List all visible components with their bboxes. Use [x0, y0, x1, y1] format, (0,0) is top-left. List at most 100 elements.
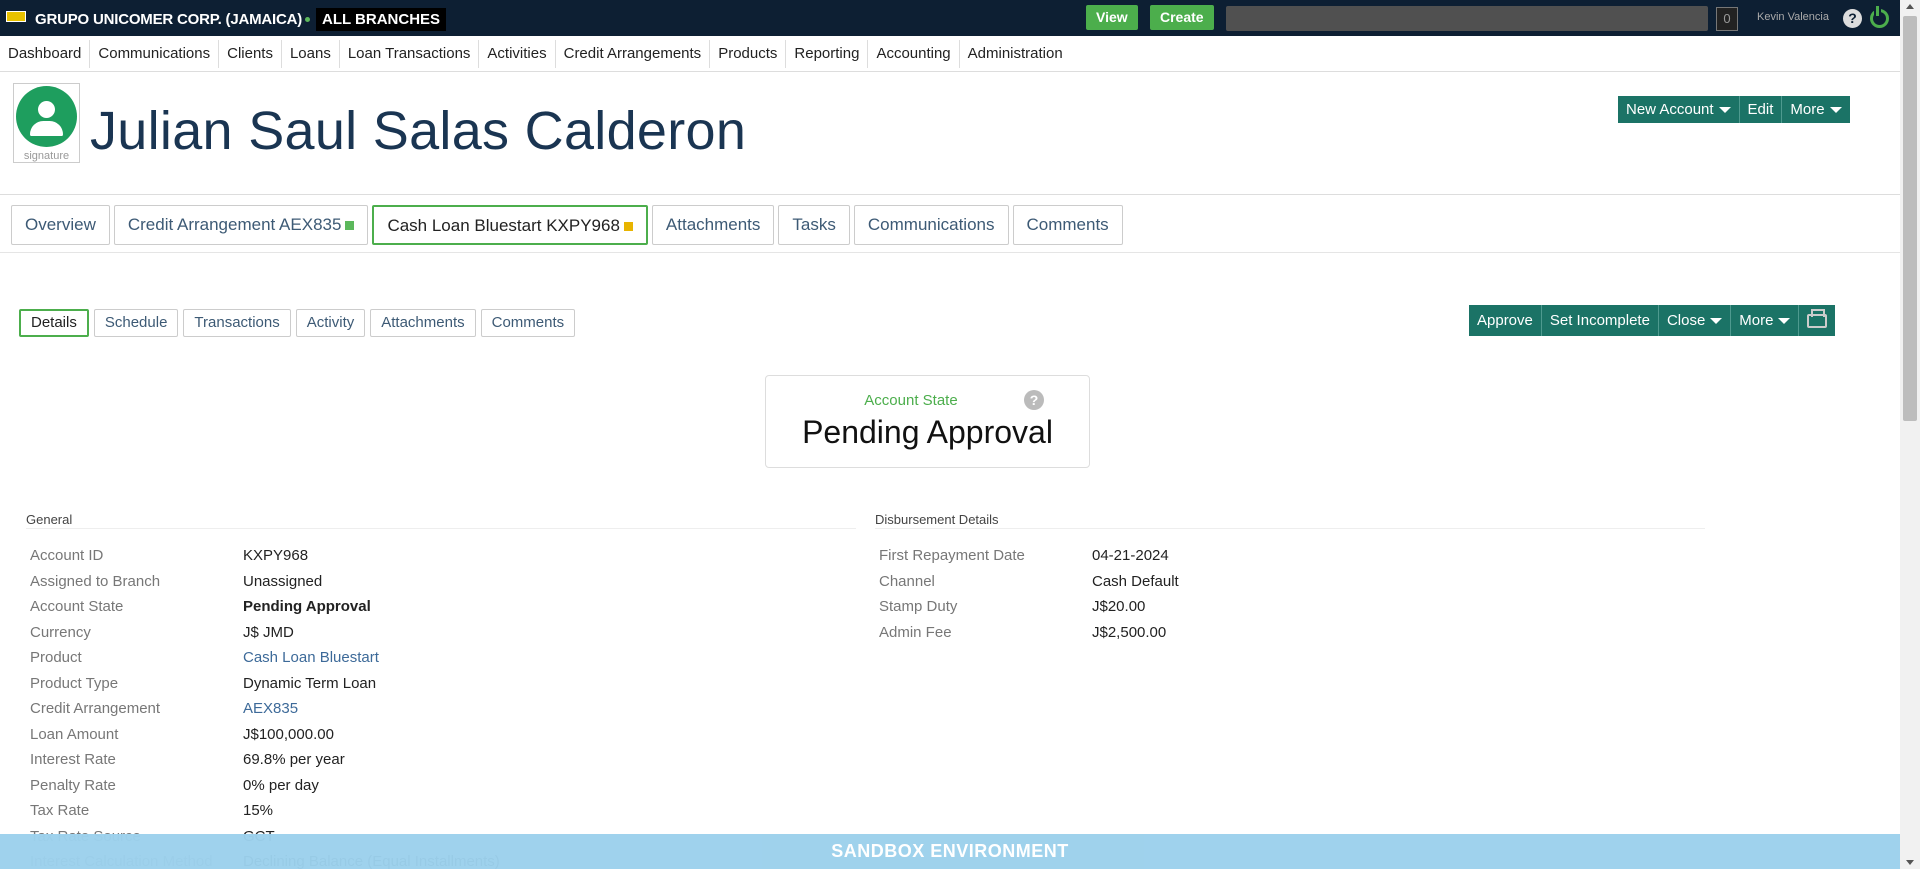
more-label: More [1790, 101, 1825, 118]
account-state-value: Pending Approval [802, 414, 1053, 450]
tab-credit-arrangement[interactable]: Credit Arrangement AEX835 [113, 205, 369, 245]
scrollbar[interactable] [1900, 0, 1920, 869]
view-button[interactable]: View [1086, 5, 1138, 30]
detail-key: Penalty Rate [30, 776, 116, 794]
account-tabs: Overview Credit Arrangement AEX835 Cash … [11, 205, 1127, 245]
subtab-activity[interactable]: Activity [295, 309, 366, 337]
detail-row: Account ID KXPY968 [30, 547, 500, 573]
search-input[interactable] [1226, 6, 1708, 31]
tab-communications[interactable]: Communications [853, 205, 1009, 245]
detail-value: Cash Default [1092, 572, 1179, 590]
edit-client-button[interactable]: Edit [1740, 96, 1783, 123]
user-name[interactable]: Kevin Valencia [1757, 11, 1829, 23]
divider [26, 528, 856, 529]
scrollbar-thumb[interactable] [1903, 16, 1917, 421]
chevron-down-icon [1778, 318, 1791, 325]
nav-administration[interactable]: Administration [960, 40, 1071, 68]
signature-label[interactable]: signature [14, 150, 79, 162]
detail-value: Dynamic Term Loan [243, 674, 377, 692]
detail-row: Account State Pending Approval [30, 598, 500, 624]
nav-communications[interactable]: Communications [90, 39, 220, 68]
sandbox-banner: SANDBOX ENVIRONMENT [0, 834, 1900, 869]
subtab-comments[interactable]: Comments [480, 309, 576, 337]
chevron-down-icon [1710, 318, 1723, 325]
detail-key: Interest Rate [30, 751, 116, 768]
subtab-attachments[interactable]: Attachments [370, 309, 476, 337]
create-button[interactable]: Create [1150, 5, 1214, 30]
detail-row: Stamp Duty J$20.00 [879, 598, 1179, 624]
detail-key: Product [30, 649, 82, 666]
scroll-down-icon[interactable] [1906, 860, 1914, 865]
nav-credit-arrangements[interactable]: Credit Arrangements [556, 39, 711, 68]
nav-reporting[interactable]: Reporting [786, 39, 869, 68]
account-state-label: Account State [864, 392, 958, 409]
branch-selector[interactable]: ALL BRANCHES [316, 8, 447, 31]
client-more-button[interactable]: More [1782, 96, 1849, 123]
nav-dashboard[interactable]: Dashboard [0, 39, 91, 68]
print-button[interactable] [1799, 305, 1835, 336]
detail-value: Pending Approval [243, 598, 371, 615]
scroll-up-icon[interactable] [1906, 4, 1914, 9]
organization-name: GRUPO UNICOMER CORP. (JAMAICA) [35, 11, 303, 28]
detail-row: Admin Fee J$2,500.00 [879, 624, 1179, 650]
client-avatar[interactable]: signature [13, 83, 80, 163]
approve-button[interactable]: Approve [1469, 305, 1542, 336]
help-icon[interactable]: ? [1024, 390, 1044, 410]
new-account-label: New Account [1626, 101, 1714, 118]
avatar-icon [16, 86, 77, 147]
account-more-button[interactable]: More [1731, 305, 1800, 336]
new-account-button[interactable]: New Account [1618, 96, 1740, 123]
tab-tasks[interactable]: Tasks [778, 205, 850, 245]
nav-accounting[interactable]: Accounting [868, 39, 960, 68]
tab-comments[interactable]: Comments [1012, 205, 1123, 245]
tab-label: Cash Loan Bluestart KXPY968 [387, 216, 620, 235]
subtab-transactions[interactable]: Transactions [183, 309, 291, 337]
nav-activities[interactable]: Activities [479, 39, 556, 68]
divider [0, 252, 1900, 253]
subtab-schedule[interactable]: Schedule [93, 309, 179, 337]
detail-key: Assigned to Branch [30, 572, 161, 590]
disbursement-section-title: Disbursement Details [875, 512, 999, 527]
tab-attachments[interactable]: Attachments [651, 205, 775, 245]
tab-cash-loan[interactable]: Cash Loan Bluestart KXPY968 [372, 205, 648, 245]
detail-key: Account State [30, 598, 124, 615]
divider [875, 528, 1705, 529]
detail-row: Penalty Rate 0% per day [30, 777, 500, 803]
credit-arrangement-link[interactable]: AEX835 [243, 700, 298, 726]
detail-key: Stamp Duty [879, 598, 958, 615]
detail-key: Currency [30, 623, 91, 641]
detail-key: Product Type [30, 674, 119, 692]
subtab-details[interactable]: Details [19, 309, 89, 337]
detail-key: Account ID [30, 547, 104, 564]
status-marker [623, 222, 633, 232]
nav-loan-transactions[interactable]: Loan Transactions [340, 39, 480, 68]
detail-key: Loan Amount [30, 725, 119, 743]
printer-icon [1807, 309, 1828, 328]
detail-row: Assigned to Branch Unassigned [30, 573, 500, 599]
notifications-count[interactable]: 0 [1716, 7, 1738, 31]
detail-value: Unassigned [243, 572, 323, 590]
logout-icon[interactable] [1870, 6, 1889, 28]
detail-key: Admin Fee [879, 623, 952, 641]
nav-products[interactable]: Products [710, 39, 787, 68]
detail-value: 69.8% per year [243, 751, 345, 768]
close-label: Close [1666, 312, 1706, 329]
account-state-card: Account State ? Pending Approval [765, 375, 1090, 468]
product-link[interactable]: Cash Loan Bluestart [243, 649, 379, 675]
general-details: Account ID KXPY968 Assigned to Branch Unas… [30, 547, 500, 879]
disbursement-details: First Repayment Date 04-21-2024 Channel Ca… [879, 547, 1179, 649]
detail-value: J$ JMD [243, 623, 294, 641]
detail-row: Loan Amount J$100,000.00 [30, 726, 500, 752]
detail-value: 04-21-2024 [1092, 547, 1169, 564]
client-name: Julian Saul Salas Calderon [90, 101, 747, 161]
help-icon[interactable]: ? [1843, 9, 1862, 28]
general-section-title: General [26, 512, 73, 527]
tab-overview[interactable]: Overview [11, 205, 110, 245]
set-incomplete-button[interactable]: Set Incomplete [1542, 305, 1659, 336]
nav-clients[interactable]: Clients [219, 39, 282, 68]
close-account-button[interactable]: Close [1659, 305, 1732, 336]
detail-row: Credit Arrangement AEX835 [30, 700, 500, 726]
main-nav: Dashboard Communications Clients Loans L… [0, 36, 1900, 72]
nav-loans[interactable]: Loans [282, 39, 340, 68]
status-marker [345, 221, 355, 231]
